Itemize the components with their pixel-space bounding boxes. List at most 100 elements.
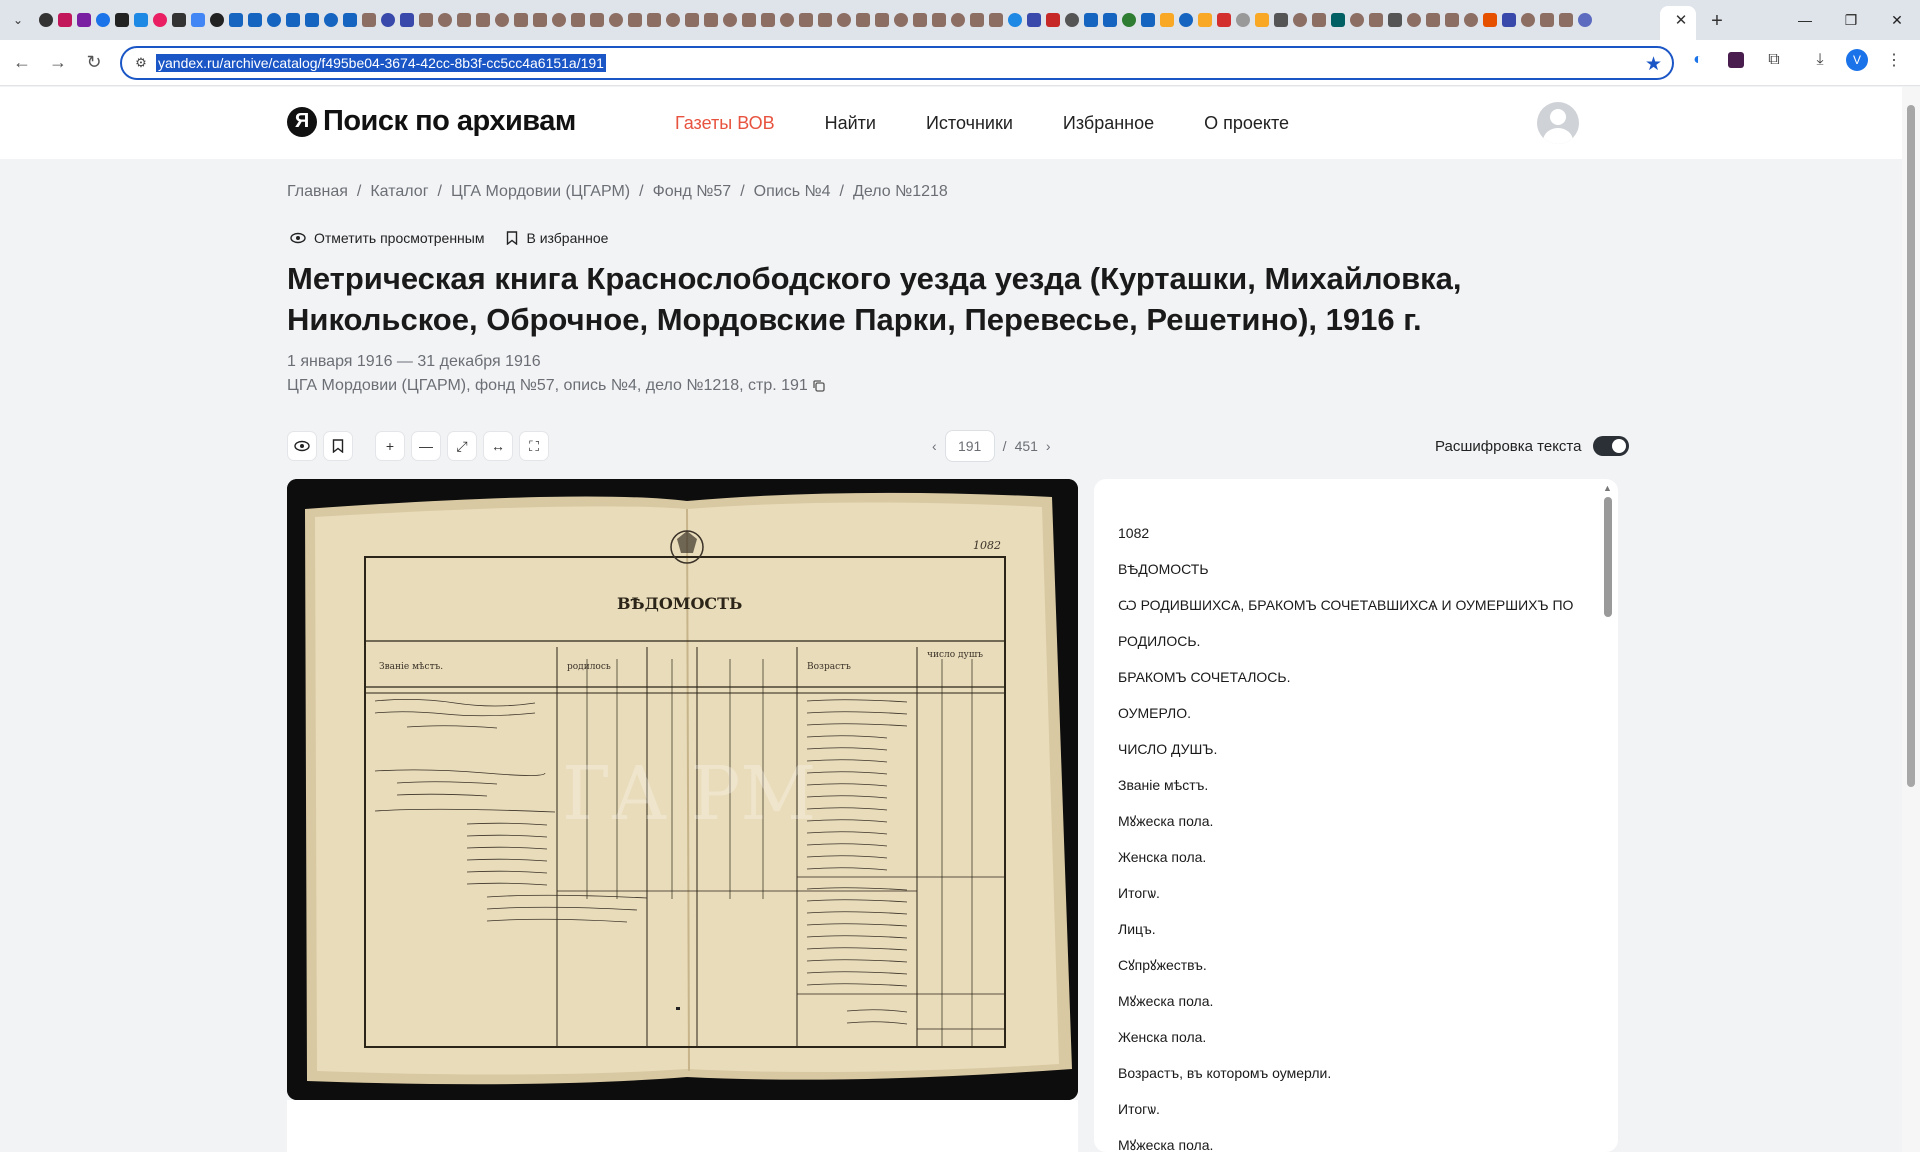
- pinned-tab-favicon-icon[interactable]: [701, 0, 720, 40]
- pinned-tab-favicon-icon[interactable]: [1537, 0, 1556, 40]
- pinned-tab-favicon-icon[interactable]: [378, 0, 397, 40]
- pinned-tab-favicon-icon[interactable]: [359, 0, 378, 40]
- pinned-tab-favicon-icon[interactable]: [739, 0, 758, 40]
- pinned-tab-favicon-icon[interactable]: [1518, 0, 1537, 40]
- pinned-tab-favicon-icon[interactable]: [150, 0, 169, 40]
- pinned-tab-favicon-icon[interactable]: [834, 0, 853, 40]
- download-icon[interactable]: ⤓: [1808, 48, 1832, 72]
- pinned-tab-favicon-icon[interactable]: [112, 0, 131, 40]
- pinned-tab-favicon-icon[interactable]: [1119, 0, 1138, 40]
- pinned-tab-favicon-icon[interactable]: [1024, 0, 1043, 40]
- page-scrollbar[interactable]: [1902, 87, 1920, 1152]
- pinned-tab-favicon-icon[interactable]: [1138, 0, 1157, 40]
- pinned-tab-favicon-icon[interactable]: [511, 0, 530, 40]
- pinned-tab-favicon-icon[interactable]: [1100, 0, 1119, 40]
- pinned-tab-favicon-icon[interactable]: [1461, 0, 1480, 40]
- pinned-tab-favicon-icon[interactable]: [1157, 0, 1176, 40]
- pinned-tab-favicon-icon[interactable]: [549, 0, 568, 40]
- pinned-tab-favicon-icon[interactable]: [1271, 0, 1290, 40]
- pinned-tab-favicon-icon[interactable]: [644, 0, 663, 40]
- transcription-scroll-thumb[interactable]: [1604, 497, 1612, 617]
- restore-button[interactable]: ❐: [1828, 0, 1874, 40]
- transcription-scrollbar[interactable]: ▲: [1603, 483, 1612, 1152]
- copy-icon[interactable]: [812, 379, 826, 393]
- prev-page-icon[interactable]: ‹: [932, 438, 937, 454]
- scroll-up-icon[interactable]: ▲: [1603, 483, 1612, 493]
- add-favorite-button[interactable]: В избранное: [506, 230, 608, 246]
- pinned-tab-favicon-icon[interactable]: [1043, 0, 1062, 40]
- next-page-icon[interactable]: ›: [1046, 438, 1051, 454]
- pinned-tab-favicon-icon[interactable]: [1328, 0, 1347, 40]
- pinned-tab-favicon-icon[interactable]: [872, 0, 891, 40]
- pinned-tab-favicon-icon[interactable]: [530, 0, 549, 40]
- fit-page-button[interactable]: ⛶: [519, 431, 549, 461]
- breadcrumb-item-catalog[interactable]: Каталог: [370, 183, 428, 201]
- nav-newspapers[interactable]: Газеты ВОВ: [675, 113, 775, 134]
- pinned-tab-favicon-icon[interactable]: [188, 0, 207, 40]
- nav-sources[interactable]: Источники: [926, 113, 1013, 134]
- site-logo[interactable]: Я Поиск по архивам: [287, 105, 576, 138]
- zoom-in-button[interactable]: +: [375, 431, 405, 461]
- pinned-tab-favicon-icon[interactable]: [1556, 0, 1575, 40]
- pinned-tab-favicon-icon[interactable]: [891, 0, 910, 40]
- pinned-tab-favicon-icon[interactable]: [1233, 0, 1252, 40]
- pinned-tab-favicon-icon[interactable]: [853, 0, 872, 40]
- view-eye-button[interactable]: [287, 431, 317, 461]
- pinned-tab-favicon-icon[interactable]: [758, 0, 777, 40]
- nav-favorites[interactable]: Избранное: [1063, 113, 1154, 134]
- zoom-out-button[interactable]: —: [411, 431, 441, 461]
- bookmark-star-icon[interactable]: ★: [1645, 53, 1662, 76]
- pinned-tab-favicon-icon[interactable]: [1290, 0, 1309, 40]
- pinned-tab-favicon-icon[interactable]: [1366, 0, 1385, 40]
- pinned-tab-favicon-icon[interactable]: [1081, 0, 1100, 40]
- pinned-tab-favicon-icon[interactable]: [796, 0, 815, 40]
- pinned-tab-favicon-icon[interactable]: [1309, 0, 1328, 40]
- pinned-tab-favicon-icon[interactable]: [625, 0, 644, 40]
- pinned-tab-favicon-icon[interactable]: [264, 0, 283, 40]
- mark-viewed-button[interactable]: Отметить просмотренным: [290, 230, 484, 246]
- breadcrumb-item-home[interactable]: Главная: [287, 183, 348, 201]
- site-info-icon[interactable]: ⚙: [126, 55, 156, 71]
- extensions-puzzle-icon[interactable]: ⧉: [1762, 48, 1786, 72]
- copilot-icon[interactable]: ◐: [1686, 48, 1710, 72]
- pinned-tab-favicon-icon[interactable]: [36, 0, 55, 40]
- pinned-tab-favicon-icon[interactable]: [986, 0, 1005, 40]
- pinned-tab-favicon-icon[interactable]: [131, 0, 150, 40]
- pinned-tab-favicon-icon[interactable]: [815, 0, 834, 40]
- pinned-tab-favicon-icon[interactable]: [416, 0, 435, 40]
- back-icon[interactable]: ←: [4, 45, 40, 81]
- pinned-tab-favicon-icon[interactable]: [321, 0, 340, 40]
- pinned-tab-favicon-icon[interactable]: [245, 0, 264, 40]
- pinned-tab-favicon-icon[interactable]: [454, 0, 473, 40]
- document-scan-viewer[interactable]: Званіе мѣстъ. родилось Возрастъ число ду…: [287, 479, 1078, 1100]
- url-text[interactable]: yandex.ru/archive/catalog/f495be04-3674-…: [156, 54, 606, 72]
- pinned-tab-favicon-icon[interactable]: [1480, 0, 1499, 40]
- pinned-tab-favicon-icon[interactable]: [910, 0, 929, 40]
- document-scan-image[interactable]: Званіе мѣстъ. родилось Возрастъ число ду…: [287, 479, 1078, 1100]
- pinned-tab-favicon-icon[interactable]: [1252, 0, 1271, 40]
- forward-icon[interactable]: →: [40, 45, 76, 81]
- pinned-tab-favicon-icon[interactable]: [682, 0, 701, 40]
- pinned-tab-favicon-icon[interactable]: [340, 0, 359, 40]
- page-number-input[interactable]: [944, 430, 995, 462]
- pinned-tab-favicon-icon[interactable]: [1062, 0, 1081, 40]
- new-tab-button[interactable]: +: [1704, 8, 1730, 34]
- pinned-tab-favicon-icon[interactable]: [1575, 0, 1594, 40]
- breadcrumb-item-fond[interactable]: Фонд №57: [653, 183, 732, 201]
- pinned-tab-favicon-icon[interactable]: [1176, 0, 1195, 40]
- profile-avatar[interactable]: V: [1846, 49, 1868, 71]
- decode-toggle[interactable]: [1593, 436, 1630, 456]
- pinned-tab-favicon-icon[interactable]: [1214, 0, 1233, 40]
- breadcrumb-item-delo[interactable]: Дело №1218: [853, 183, 948, 201]
- pinned-tab-favicon-icon[interactable]: [967, 0, 986, 40]
- breadcrumb-item-opis[interactable]: Опись №4: [754, 183, 831, 201]
- menu-kebab-icon[interactable]: ⋮: [1882, 48, 1906, 72]
- user-avatar[interactable]: [1537, 102, 1579, 144]
- pinned-tab-favicon-icon[interactable]: [948, 0, 967, 40]
- pinned-tab-favicon-icon[interactable]: [1195, 0, 1214, 40]
- pinned-tab-favicon-icon[interactable]: [1005, 0, 1024, 40]
- pinned-tab-favicon-icon[interactable]: [1385, 0, 1404, 40]
- fit-width-button[interactable]: ↔: [483, 431, 513, 461]
- nav-about[interactable]: О проекте: [1204, 113, 1289, 134]
- pinned-tab-favicon-icon[interactable]: [663, 0, 682, 40]
